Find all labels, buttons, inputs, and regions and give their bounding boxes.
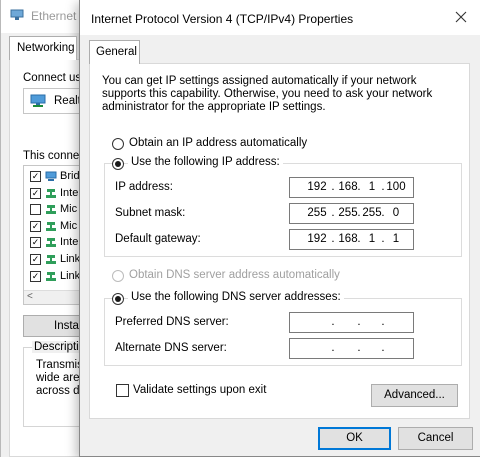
advanced-button[interactable]: Advanced... <box>371 384 458 407</box>
ip-address-field[interactable]: 192. 168. 1. 100 <box>289 177 414 198</box>
scroll-left-icon[interactable]: < <box>27 291 33 302</box>
component-label: Mic <box>60 219 78 232</box>
subnet-mask-label: Subnet mask: <box>115 207 186 219</box>
tab-networking[interactable]: Networking <box>9 36 77 60</box>
preferred-dns-field[interactable]: ... <box>289 312 414 333</box>
network-bridge-icon <box>45 171 57 182</box>
component-checkbox[interactable]: ✓ <box>30 254 41 265</box>
component-label: Link <box>60 269 81 282</box>
dialog-title-bar[interactable]: Internet Protocol Version 4 (TCP/IPv4) P… <box>80 0 480 35</box>
ip-dot-separator: . <box>381 342 385 354</box>
ipv4-properties-dialog: Internet Protocol Version 4 (TCP/IPv4) P… <box>79 0 480 457</box>
ip-octet[interactable]: 192 <box>306 233 328 245</box>
component-label: Inte <box>60 186 79 199</box>
close-icon[interactable] <box>454 10 468 24</box>
validate-settings-label[interactable]: Validate settings upon exit <box>133 384 266 396</box>
alternate-dns-field[interactable]: ... <box>289 338 414 359</box>
component-checkbox[interactable]: ✓ <box>30 171 41 182</box>
ip-octet[interactable]: 1 <box>385 233 407 245</box>
cancel-button[interactable]: Cancel <box>398 427 473 450</box>
ip-dot-separator: . <box>331 342 335 354</box>
adapter-icon <box>30 94 46 108</box>
use-following-ip-radio[interactable] <box>112 158 124 170</box>
subnet-mask-field[interactable]: 255. 255. 255. 0 <box>289 203 414 224</box>
general-panel: You can get IP settings assigned automat… <box>89 63 470 419</box>
network-component-icon <box>45 221 57 232</box>
obtain-ip-auto-radio[interactable] <box>112 138 124 150</box>
component-checkbox[interactable]: ✓ <box>30 220 41 232</box>
validate-settings-checkbox[interactable] <box>116 384 129 397</box>
component-label: Inte <box>60 236 79 249</box>
use-following-dns-radio[interactable] <box>112 293 124 305</box>
obtain-dns-auto-label[interactable]: Obtain DNS server address automatically <box>129 269 340 281</box>
uses-items-label: This connec <box>23 150 86 162</box>
dialog-title: Internet Protocol Version 4 (TCP/IPv4) P… <box>91 12 354 26</box>
network-component-icon <box>45 188 57 199</box>
tab-general[interactable]: General <box>89 40 140 64</box>
component-checkbox[interactable] <box>30 204 41 216</box>
ok-button[interactable]: OK <box>318 427 391 450</box>
network-component-icon <box>45 204 57 215</box>
component-checkbox[interactable]: ✓ <box>30 270 41 282</box>
network-component-icon <box>45 271 57 282</box>
network-component-icon <box>45 237 57 248</box>
ip-dot-separator: . <box>331 316 335 328</box>
component-label: Brid <box>60 170 80 182</box>
ip-dot-separator: . <box>381 316 385 328</box>
use-following-ip-label[interactable]: Use the following IP address: <box>128 156 283 168</box>
network-adapter-icon <box>10 9 24 21</box>
obtain-dns-auto-radio[interactable] <box>112 270 124 282</box>
ip-octet[interactable]: 192 <box>306 181 328 193</box>
default-gateway-label: Default gateway: <box>115 233 201 245</box>
preferred-dns-label: Preferred DNS server: <box>115 316 229 328</box>
ip-dot-separator: . <box>331 233 335 245</box>
ip-octet[interactable]: 100 <box>385 181 407 193</box>
component-label: Link <box>60 253 81 265</box>
default-gateway-field[interactable]: 192. 168. 1. 1 <box>289 229 414 250</box>
component-label: Mic <box>60 203 78 216</box>
use-following-dns-label[interactable]: Use the following DNS server addresses: <box>128 291 344 303</box>
ip-dot-separator: . <box>357 342 361 354</box>
component-checkbox[interactable]: ✓ <box>30 187 41 199</box>
ip-address-label: IP address: <box>115 181 173 193</box>
ip-dot-separator: . <box>357 316 361 328</box>
intro-text: You can get IP settings assigned automat… <box>102 75 433 113</box>
obtain-ip-auto-label[interactable]: Obtain an IP address automatically <box>129 137 307 149</box>
component-checkbox[interactable]: ✓ <box>30 237 41 249</box>
alternate-dns-label: Alternate DNS server: <box>115 342 227 354</box>
ip-octet[interactable]: 255 <box>306 207 328 219</box>
ip-dot-separator: . <box>331 181 335 193</box>
network-component-icon <box>45 254 57 265</box>
ip-dot-separator: . <box>331 207 335 219</box>
ip-octet[interactable]: 0 <box>385 207 407 219</box>
